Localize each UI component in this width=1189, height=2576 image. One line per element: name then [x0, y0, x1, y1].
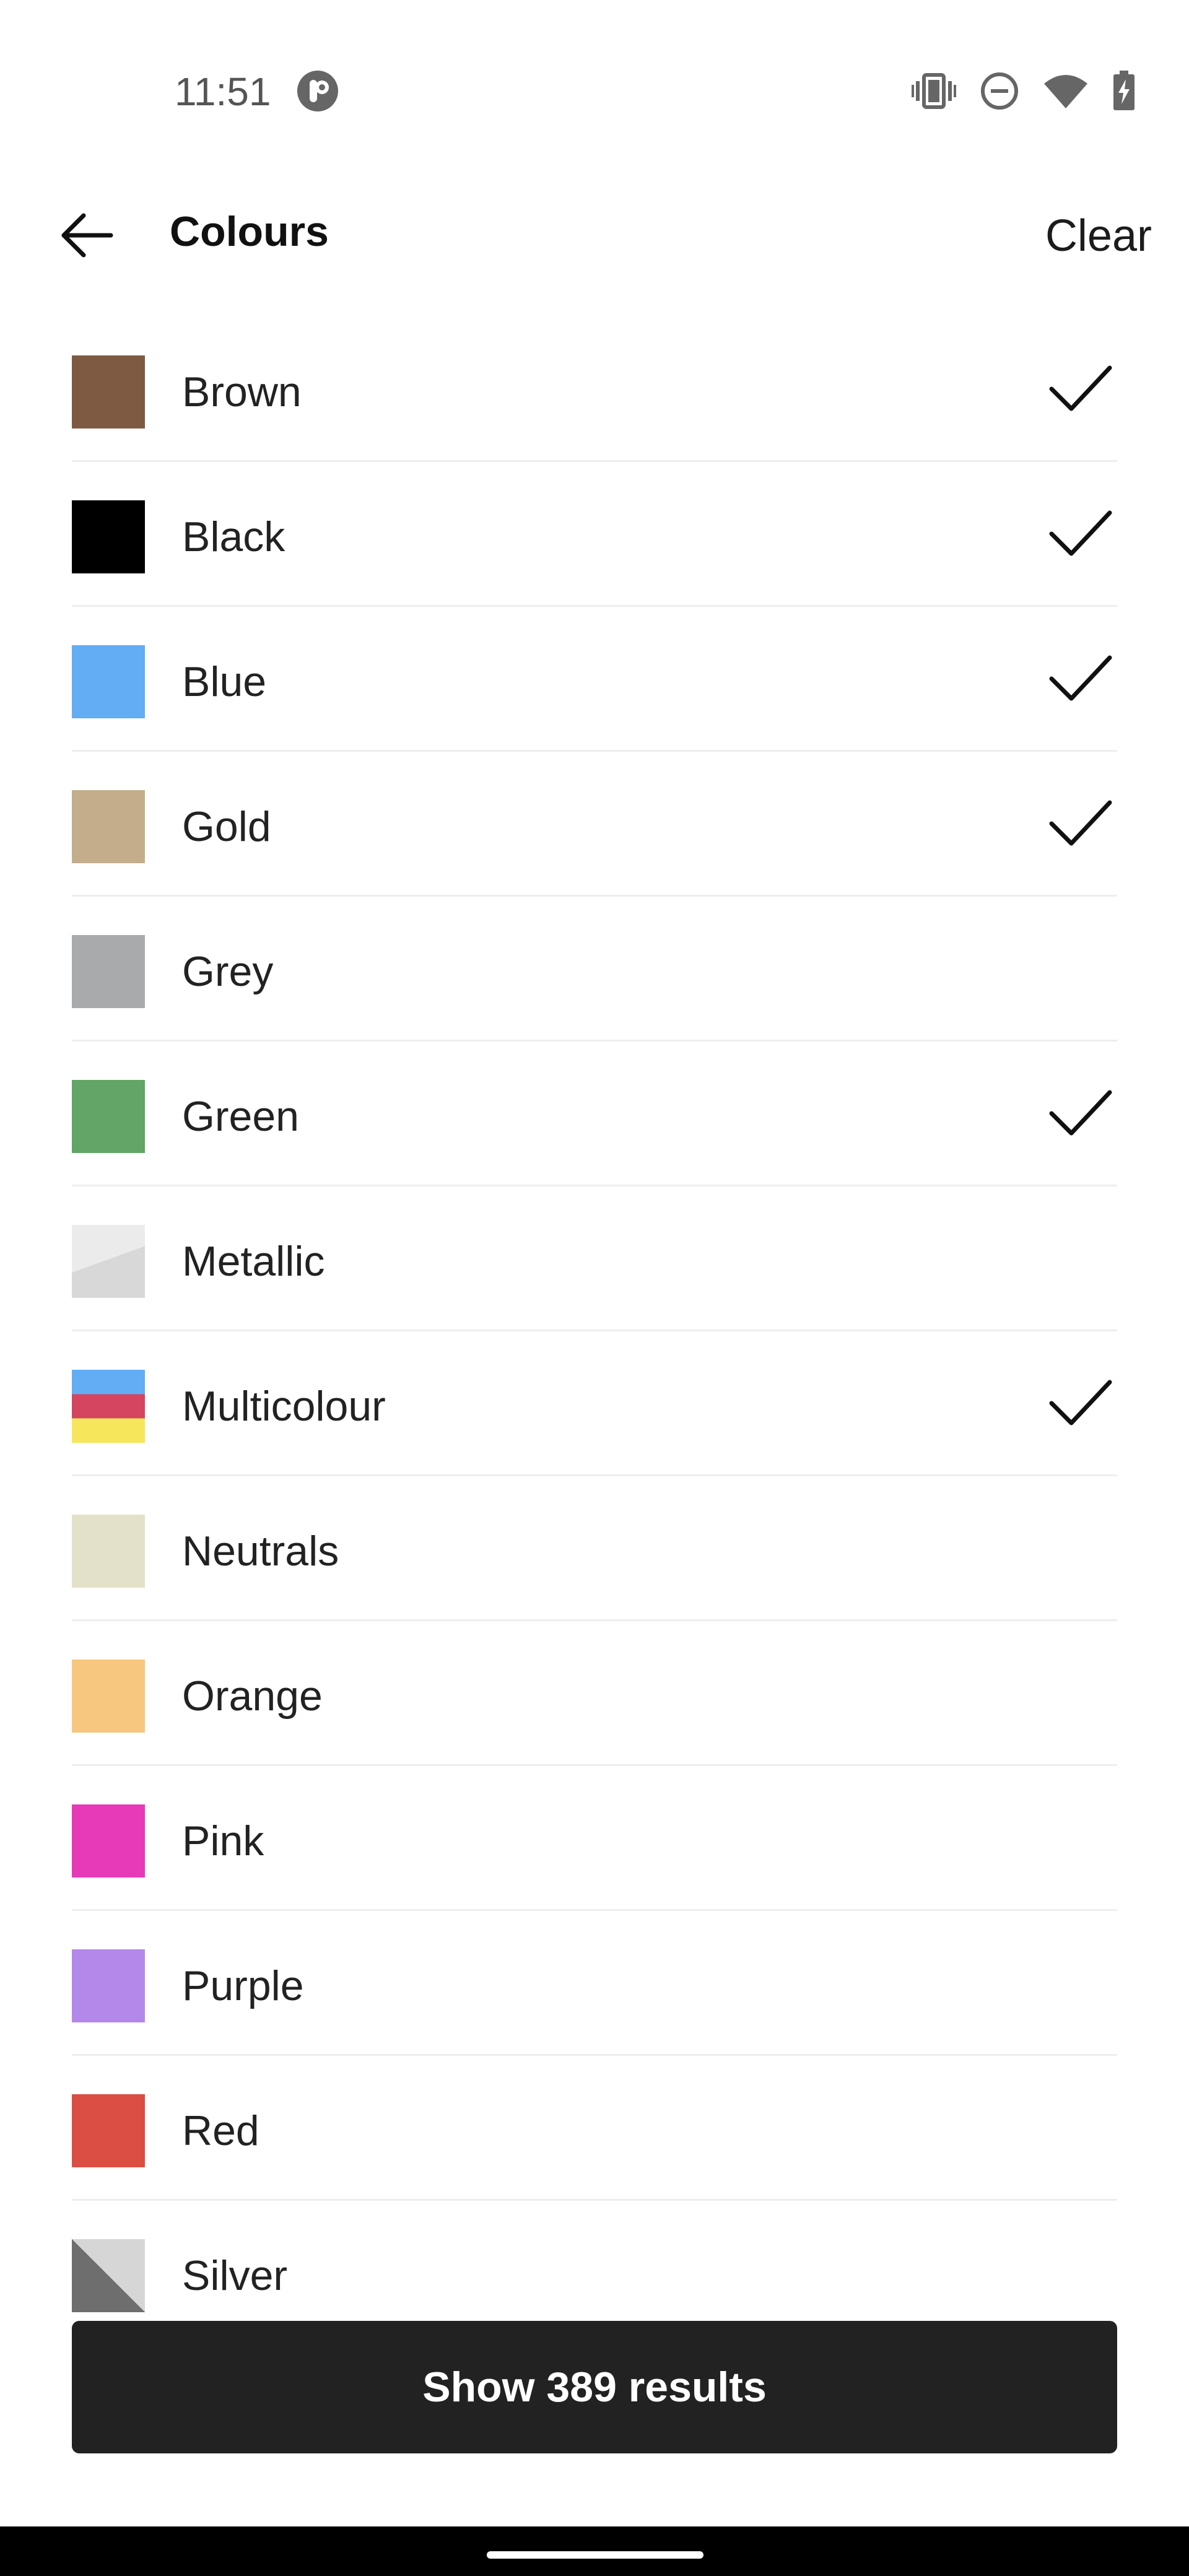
colour-item-grey[interactable]: Grey	[72, 897, 1117, 1042]
page-title: Colours	[170, 208, 329, 255]
colour-swatch	[72, 500, 145, 573]
back-button[interactable]	[50, 204, 124, 266]
colour-swatch	[72, 1080, 145, 1153]
battery-charging-icon	[1113, 71, 1135, 110]
navigation-bar	[0, 2526, 1189, 2576]
colour-label: Purple	[182, 1962, 304, 2009]
do-not-disturb-icon	[981, 72, 1018, 110]
colour-item-multicolour[interactable]: Multicolour	[72, 1331, 1117, 1476]
colour-item-green[interactable]: Green	[72, 1042, 1117, 1186]
colour-item-purple[interactable]: Purple	[72, 1911, 1117, 2056]
colour-label: Grey	[182, 948, 274, 995]
home-gesture-handle[interactable]	[487, 2551, 703, 2559]
clear-button[interactable]: Clear	[1045, 208, 1152, 264]
colour-item-black[interactable]: Black	[72, 462, 1117, 607]
colour-swatch	[72, 1660, 145, 1733]
colour-swatch	[72, 355, 145, 429]
colour-item-red[interactable]: Red	[72, 2056, 1117, 2201]
colour-swatch	[72, 790, 145, 863]
colour-item-metallic[interactable]: Metallic	[72, 1186, 1117, 1331]
colour-item-pink[interactable]: Pink	[72, 1766, 1117, 1911]
wifi-icon	[1044, 75, 1087, 108]
colour-item-gold[interactable]: Gold	[72, 752, 1117, 897]
colour-label: Blue	[182, 658, 267, 705]
colour-label: Pink	[182, 1817, 264, 1865]
colour-label: Neutrals	[182, 1528, 339, 1575]
status-time: 11:51	[175, 69, 271, 114]
colour-item-silver[interactable]: Silver	[72, 2201, 1117, 2317]
arrow-left-icon	[61, 213, 113, 258]
checkmark-icon	[1049, 365, 1112, 411]
header: Colours Clear	[0, 186, 1189, 285]
colour-label: Multicolour	[182, 1383, 386, 1430]
checkmark-icon	[1049, 1090, 1112, 1136]
colour-label: Brown	[182, 368, 302, 416]
checkmark-icon	[1049, 510, 1112, 556]
colour-list: Brown Black Blue Gold Grey Green Metallic Multi…	[72, 317, 1117, 2317]
colour-item-orange[interactable]: Orange	[72, 1621, 1117, 1766]
colour-label: Gold	[182, 803, 271, 850]
colour-swatch	[72, 2239, 145, 2312]
checkmark-icon	[1049, 1380, 1112, 1425]
vibrate-icon	[912, 73, 956, 109]
show-results-button[interactable]: Show 389 results	[72, 2321, 1117, 2453]
app-notification-icon	[297, 71, 338, 111]
colour-swatch	[72, 645, 145, 718]
colour-swatch	[72, 1515, 145, 1588]
colour-swatch	[72, 2094, 145, 2167]
status-icons	[912, 69, 1136, 113]
colour-swatch	[72, 1949, 145, 2022]
colour-swatch	[72, 1225, 145, 1298]
status-bar: 11:51	[0, 0, 1189, 186]
colour-swatch	[72, 1804, 145, 1878]
colour-swatch	[72, 1370, 145, 1443]
colour-label: Green	[182, 1093, 299, 1140]
checkmark-icon	[1049, 655, 1112, 701]
colour-label: Orange	[182, 1673, 323, 1720]
colour-swatch	[72, 935, 145, 1008]
colour-item-brown[interactable]: Brown	[72, 317, 1117, 462]
colour-item-blue[interactable]: Blue	[72, 607, 1117, 752]
checkmark-icon	[1049, 800, 1112, 846]
colour-label: Red	[182, 2107, 259, 2154]
colour-item-neutrals[interactable]: Neutrals	[72, 1476, 1117, 1621]
colour-label: Silver	[182, 2252, 288, 2299]
colour-label: Black	[182, 513, 285, 560]
colour-label: Metallic	[182, 1238, 325, 1285]
